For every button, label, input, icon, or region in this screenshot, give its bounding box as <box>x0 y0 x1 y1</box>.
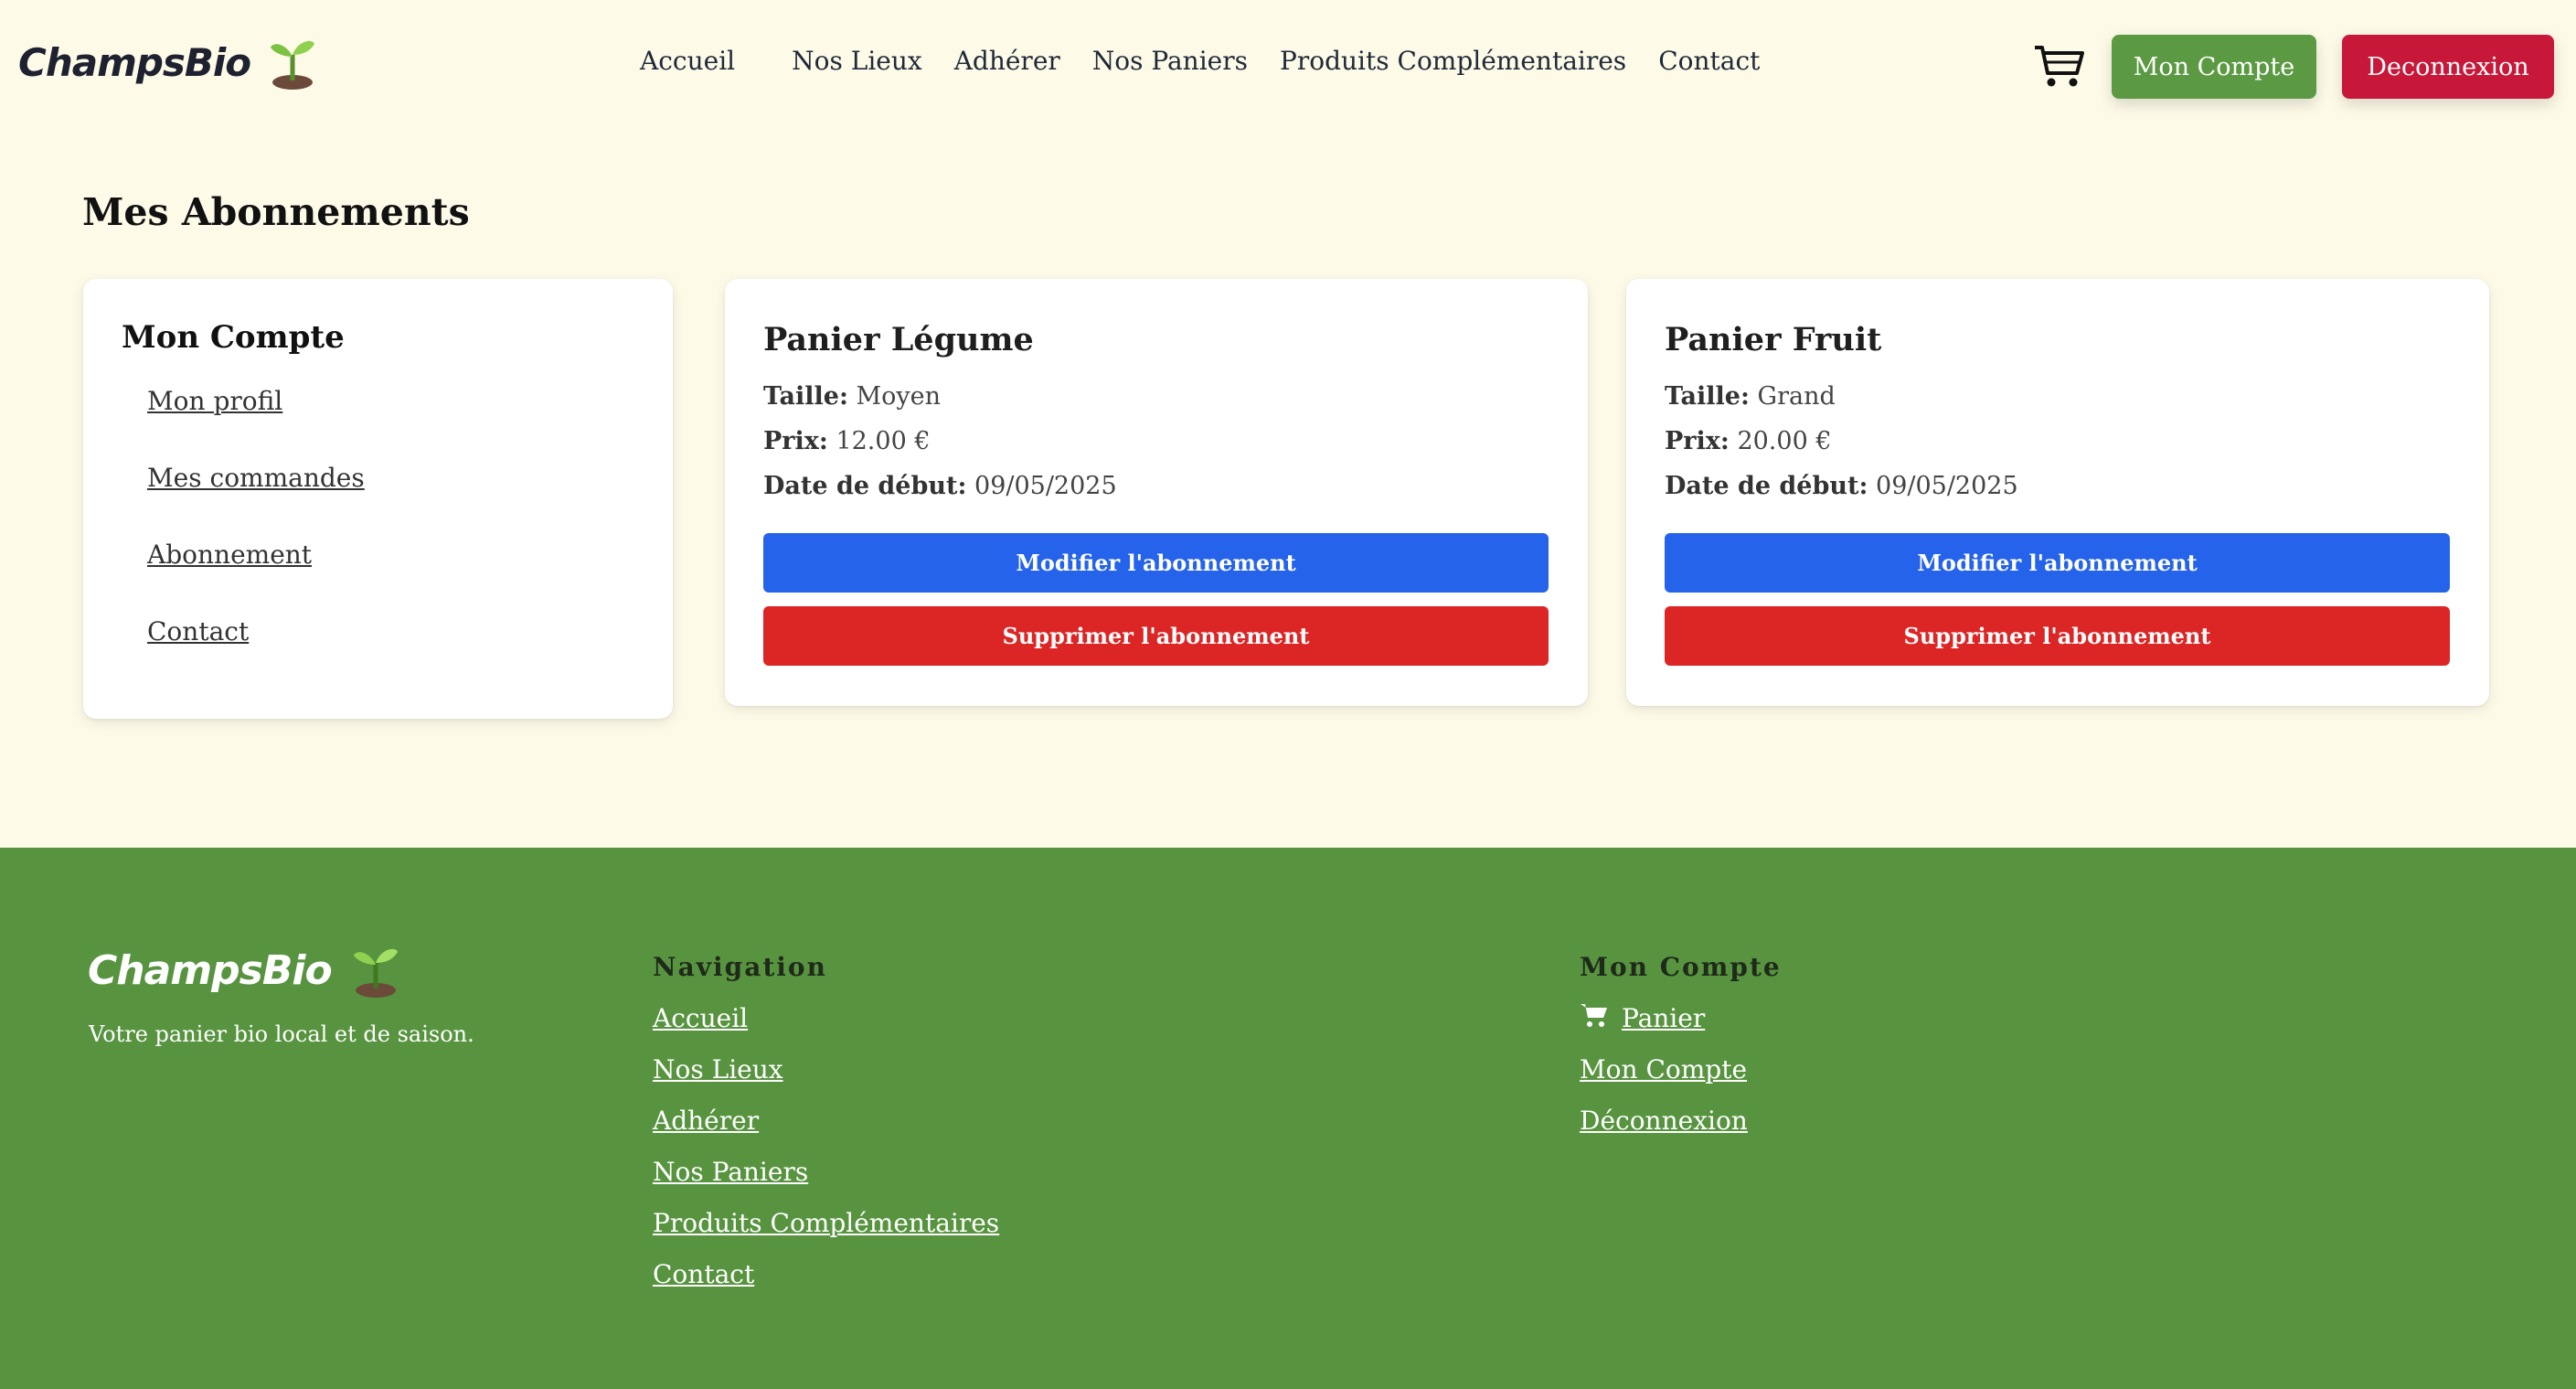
footer-link-nos-lieux[interactable]: Nos Lieux <box>653 1050 999 1101</box>
sidebar-item-contact[interactable]: Contact <box>122 614 634 690</box>
footer-navigation: Navigation Accueil Nos Lieux Adhérer Nos… <box>653 952 999 1306</box>
subscription-size: Taille: Moyen <box>763 382 942 411</box>
footer-logo[interactable]: ChampsBio <box>88 943 401 998</box>
footer-nav-heading: Navigation <box>653 952 827 982</box>
subscription-title: Panier Fruit <box>1665 321 1882 358</box>
nav-accueil[interactable]: Accueil <box>640 46 735 76</box>
delete-subscription-button[interactable]: Supprimer l'abonnement <box>763 606 1549 666</box>
footer-account-heading: Mon Compte <box>1580 952 1782 982</box>
subscription-price: Prix: 20.00 € <box>1665 427 1832 455</box>
footer-link-nos-paniers[interactable]: Nos Paniers <box>653 1152 999 1203</box>
brand-logo[interactable]: ChampsBio <box>18 26 318 99</box>
cart-icon <box>1580 1000 1609 1041</box>
footer-link-panier-label: Panier <box>1622 1003 1706 1033</box>
nav-produits-complementaires[interactable]: Produits Complémentaires <box>1280 46 1626 76</box>
subscription-size: Taille: Grand <box>1665 382 1836 411</box>
sidebar-item-mon-profil[interactable]: Mon profil <box>122 383 634 460</box>
cart-icon[interactable] <box>2033 42 2086 90</box>
deconnexion-button[interactable]: Deconnexion <box>2342 35 2554 99</box>
sidebar-title: Mon Compte <box>122 319 345 356</box>
top-navbar: ChampsBio Accueil Nos Lieux Adhérer Nos … <box>0 0 2576 134</box>
account-sidebar: Mon Compte Mon profil Mes commandes Abon… <box>83 279 673 719</box>
subscription-price: Prix: 12.00 € <box>763 427 931 455</box>
footer-link-accueil[interactable]: Accueil <box>653 999 999 1050</box>
modify-subscription-button[interactable]: Modifier l'abonnement <box>1665 533 2450 593</box>
subscription-start-date: Date de début: 09/05/2025 <box>763 472 1117 500</box>
mon-compte-button[interactable]: Mon Compte <box>2112 35 2316 99</box>
footer-link-mon-compte[interactable]: Mon Compte <box>1580 1050 1782 1101</box>
sidebar-item-abonnement[interactable]: Abonnement <box>122 537 634 614</box>
footer-link-panier[interactable]: Panier <box>1580 999 1782 1050</box>
nav-contact[interactable]: Contact <box>1658 46 1760 76</box>
subscription-card: Panier Fruit Taille: Grand Prix: 20.00 €… <box>1626 279 2489 706</box>
footer-account: Mon Compte Panier Mon Compte Déconnexion <box>1580 952 1782 1152</box>
footer-link-adherer[interactable]: Adhérer <box>653 1101 999 1152</box>
footer-tagline: Votre panier bio local et de saison. <box>89 1021 474 1047</box>
footer: ChampsBio Votre panier bio local et de s… <box>0 848 2576 1389</box>
sprout-icon <box>267 35 318 90</box>
footer-link-deconnexion[interactable]: Déconnexion <box>1580 1101 1782 1152</box>
sprout-icon <box>350 943 401 998</box>
nav-adherer[interactable]: Adhérer <box>954 46 1060 76</box>
subscription-title: Panier Légume <box>763 321 1034 358</box>
brand-name: ChampsBio <box>18 39 251 85</box>
main-nav: Accueil Nos Lieux Adhérer Nos Paniers Pr… <box>640 46 1792 76</box>
nav-nos-lieux[interactable]: Nos Lieux <box>792 46 922 76</box>
page-title: Mes Abonnements <box>82 190 470 234</box>
footer-link-contact[interactable]: Contact <box>653 1255 999 1306</box>
modify-subscription-button[interactable]: Modifier l'abonnement <box>763 533 1549 593</box>
sidebar-item-mes-commandes[interactable]: Mes commandes <box>122 460 634 537</box>
delete-subscription-button[interactable]: Supprimer l'abonnement <box>1665 606 2450 666</box>
nav-nos-paniers[interactable]: Nos Paniers <box>1092 46 1248 76</box>
footer-brand-name: ChampsBio <box>88 946 333 994</box>
subscription-start-date: Date de début: 09/05/2025 <box>1665 472 2018 500</box>
subscription-card: Panier Légume Taille: Moyen Prix: 12.00 … <box>725 279 1588 706</box>
footer-link-produits-complementaires[interactable]: Produits Complémentaires <box>653 1203 999 1255</box>
